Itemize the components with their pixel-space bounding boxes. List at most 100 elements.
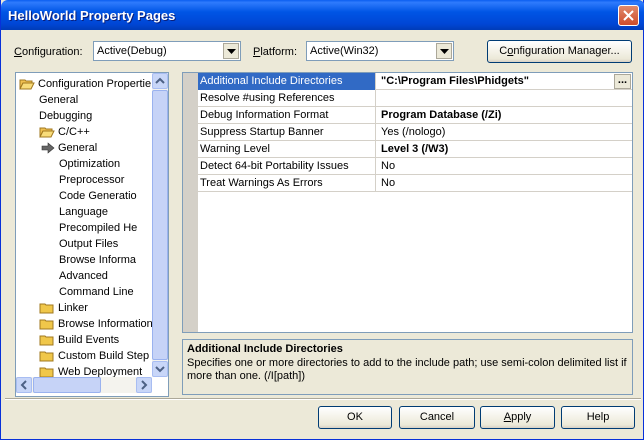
scroll-up-button[interactable] bbox=[152, 73, 168, 89]
property-value[interactable]: "C:\Program Files\Phidgets"... bbox=[378, 73, 632, 90]
tree-item[interactable]: General bbox=[41, 140, 97, 156]
chevron-down-icon[interactable] bbox=[223, 43, 239, 59]
property-name: Resolve #using References bbox=[198, 90, 376, 107]
scroll-left-button[interactable] bbox=[16, 377, 32, 393]
property-row[interactable]: Warning Level Level 3 (/W3) bbox=[198, 141, 632, 158]
vertical-scroll-thumb[interactable] bbox=[152, 90, 168, 360]
tree-item-label: Browse Information bbox=[58, 318, 153, 331]
property-name: Debug Information Format bbox=[198, 107, 376, 124]
scroll-down-button[interactable] bbox=[152, 361, 168, 377]
tree-item-label: C/C++ bbox=[58, 126, 90, 139]
tree-item-label: Custom Build Step bbox=[58, 350, 150, 363]
tree-item[interactable]: Optimization bbox=[59, 156, 120, 172]
tree-item[interactable]: Build Events bbox=[39, 332, 119, 348]
cancel-button[interactable]: Cancel bbox=[399, 406, 475, 429]
ok-button[interactable]: OK bbox=[318, 406, 392, 429]
property-value-text: Level 3 (/W3) bbox=[381, 143, 449, 155]
tree-item-label: Command Line bbox=[59, 286, 134, 299]
property-value[interactable] bbox=[378, 90, 632, 107]
tree-item-label: Linker bbox=[58, 302, 88, 315]
tree-vertical-scrollbar[interactable] bbox=[152, 73, 168, 377]
folder-icon bbox=[39, 335, 54, 346]
tree-item[interactable]: Preprocessor bbox=[59, 172, 124, 188]
property-value-text: No bbox=[381, 177, 396, 189]
property-value[interactable]: Program Database (/Zi) bbox=[378, 107, 632, 124]
browse-button[interactable]: ... bbox=[614, 74, 631, 89]
property-row[interactable]: Suppress Startup Banner Yes (/nologo) bbox=[198, 124, 632, 141]
tree-item-label: General bbox=[39, 94, 79, 107]
configuration-manager-button[interactable]: Configuration Manager... bbox=[487, 40, 632, 63]
property-name: Detect 64-bit Portability Issues bbox=[198, 158, 376, 175]
configuration-label: Configuration: bbox=[14, 46, 83, 58]
window-title: HelloWorld Property Pages bbox=[8, 8, 176, 23]
tree-item-label: Code Generatio bbox=[59, 190, 137, 203]
scroll-right-button[interactable] bbox=[136, 377, 152, 393]
open-folder-icon bbox=[19, 79, 35, 90]
horizontal-scroll-thumb[interactable] bbox=[33, 377, 101, 393]
grid-gutter bbox=[183, 73, 198, 332]
chevron-down-icon bbox=[155, 366, 165, 373]
configuration-value: Active(Debug) bbox=[97, 45, 167, 57]
tree-item[interactable]: Linker bbox=[39, 300, 88, 316]
property-name: Treat Warnings As Errors bbox=[198, 175, 376, 192]
close-button[interactable] bbox=[618, 5, 639, 26]
property-row[interactable]: Treat Warnings As Errors No bbox=[198, 175, 632, 192]
property-value-text: No bbox=[381, 160, 396, 172]
platform-dropdown[interactable]: Active(Win32) bbox=[306, 41, 454, 61]
tree-item[interactable]: Language bbox=[59, 204, 108, 220]
tree-item[interactable]: Custom Build Step bbox=[39, 348, 149, 364]
tree-item[interactable]: Command Line bbox=[59, 284, 134, 300]
tree-item-label: Precompiled He bbox=[59, 222, 138, 235]
help-button[interactable]: Help bbox=[561, 406, 635, 429]
property-row[interactable]: Detect 64-bit Portability Issues No bbox=[198, 158, 632, 175]
property-grid[interactable]: Additional Include Directories "C:\Progra… bbox=[182, 72, 633, 333]
platform-value: Active(Win32) bbox=[310, 45, 379, 57]
tree-item-label: Advanced bbox=[59, 270, 108, 283]
apply-button[interactable]: Apply bbox=[480, 406, 555, 429]
tree-item-label: Configuration Propertie bbox=[38, 78, 152, 91]
tree-item-label: Debugging bbox=[39, 110, 93, 123]
property-value[interactable]: No bbox=[378, 158, 632, 175]
description-text: Specifies one or more directories to add… bbox=[187, 357, 627, 382]
tree-item[interactable]: Debugging bbox=[39, 108, 92, 124]
tree-item[interactable]: Browse Information bbox=[39, 316, 153, 332]
property-name: Suppress Startup Banner bbox=[198, 124, 376, 141]
chevron-right-icon bbox=[141, 380, 148, 390]
property-name: Warning Level bbox=[198, 141, 376, 158]
property-tree[interactable]: Configuration Propertie General Debugging C… bbox=[15, 72, 169, 397]
property-row[interactable]: Additional Include Directories "C:\Progra… bbox=[198, 73, 632, 90]
configuration-dropdown[interactable]: Active(Debug) bbox=[93, 41, 241, 61]
chevron-up-icon bbox=[155, 77, 165, 84]
arrow-icon bbox=[41, 142, 55, 154]
property-value-text: "C:\Program Files\Phidgets" bbox=[381, 75, 529, 87]
tree-horizontal-scrollbar[interactable] bbox=[16, 377, 152, 393]
property-row[interactable]: Debug Information Format Program Database… bbox=[198, 107, 632, 124]
tree-item[interactable]: Output Files bbox=[59, 236, 118, 252]
tree-item[interactable]: Precompiled He bbox=[59, 220, 137, 236]
folder-icon bbox=[39, 303, 54, 314]
description-title: Additional Include Directories bbox=[187, 343, 343, 355]
title-bar[interactable]: HelloWorld Property Pages bbox=[1, 0, 644, 30]
tree-item[interactable]: Advanced bbox=[59, 268, 108, 284]
tree-item-label: General bbox=[58, 142, 98, 155]
property-value[interactable]: No bbox=[378, 175, 632, 192]
property-value-text: Yes (/nologo) bbox=[381, 126, 446, 138]
tree-item-label: Preprocessor bbox=[59, 174, 125, 187]
tree-item[interactable]: General bbox=[39, 92, 78, 108]
divider bbox=[5, 398, 641, 400]
property-name: Additional Include Directories bbox=[198, 73, 376, 90]
chevron-left-icon bbox=[20, 380, 27, 390]
tree-item[interactable]: Code Generatio bbox=[59, 188, 137, 204]
tree-item[interactable]: Configuration Propertie bbox=[19, 76, 151, 92]
open-folder-icon bbox=[39, 127, 55, 138]
tree-item[interactable]: C/C++ bbox=[39, 124, 90, 140]
property-row[interactable]: Resolve #using References bbox=[198, 90, 632, 107]
property-pages-window: HelloWorld Property Pages Configuration:… bbox=[0, 0, 644, 440]
property-value[interactable]: Yes (/nologo) bbox=[378, 124, 632, 141]
tree-item[interactable]: Browse Informa bbox=[59, 252, 136, 268]
close-icon bbox=[623, 10, 634, 21]
tree-item-label: Optimization bbox=[59, 158, 121, 171]
tree-item-label: Output Files bbox=[59, 238, 119, 251]
chevron-down-icon[interactable] bbox=[436, 43, 452, 59]
property-value[interactable]: Level 3 (/W3) bbox=[378, 141, 632, 158]
